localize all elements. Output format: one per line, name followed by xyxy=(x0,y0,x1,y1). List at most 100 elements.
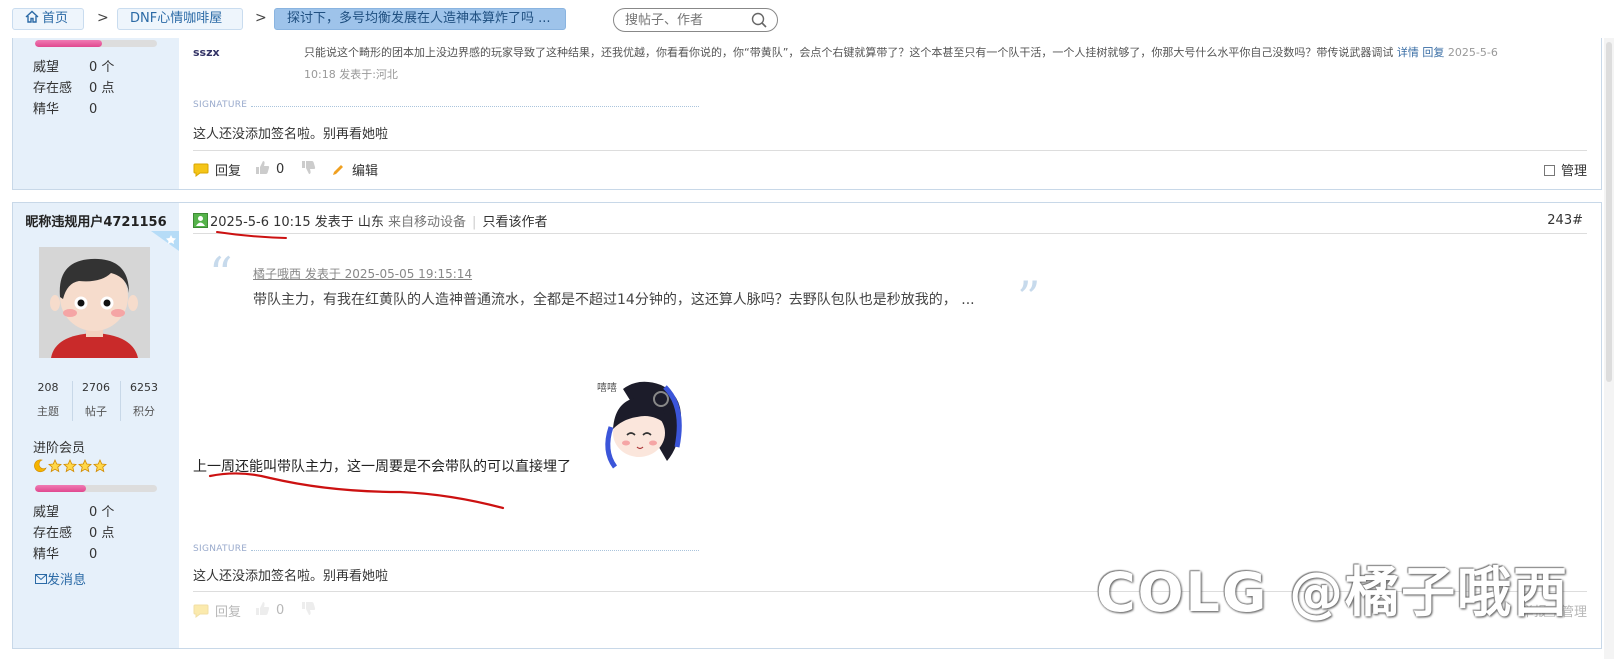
like-count: 0 xyxy=(276,162,285,177)
essence-value: 0 xyxy=(89,102,98,117)
search-input[interactable] xyxy=(625,10,745,30)
presence-value: 0 点 xyxy=(89,81,115,96)
star-icon xyxy=(78,459,92,473)
prestige-value: 0 个 xyxy=(89,60,115,75)
breadcrumb-thread[interactable]: 探讨下，多号均衡发展在人造神本算炸了吗 ... xyxy=(274,8,566,30)
credit-progress-bar xyxy=(35,40,157,47)
sticker-image: 嘻嘻 xyxy=(593,377,685,469)
post-content: 上一周还能叫带队主力，这一周要是不会带队的可以直接埋了 xyxy=(193,459,571,475)
reply-button[interactable]: 回复 xyxy=(193,160,241,179)
like-button[interactable]: 0 xyxy=(255,160,284,177)
presence-label: 存在感 xyxy=(33,81,73,96)
count-credits-value: 6253 xyxy=(130,381,158,394)
prestige-value: 0 个 xyxy=(89,505,115,520)
quote-author[interactable]: 橘子哦西 发表于 2025-05-05 19:15:14 xyxy=(253,265,472,282)
comment-reply-link[interactable]: 回复 xyxy=(1422,46,1444,59)
count-credits-label: 积分 xyxy=(133,405,155,418)
reply-label: 回复 xyxy=(215,605,242,620)
edit-button[interactable]: 编辑 xyxy=(331,160,378,179)
reply-label: 回复 xyxy=(215,164,242,179)
avatar[interactable] xyxy=(39,247,150,358)
scrollbar-thumb[interactable] xyxy=(1606,42,1612,382)
count-credits[interactable]: 6253 积分 xyxy=(121,381,167,419)
signature-divider: SIGNATURE xyxy=(193,100,699,112)
essence-stat: 精华 0 xyxy=(33,543,97,562)
presence-label: 存在感 xyxy=(33,526,73,541)
author-counts: 208 主题 2706 帖子 6253 积分 xyxy=(25,381,165,421)
star-icon xyxy=(93,459,107,473)
edit-label: 编辑 xyxy=(352,164,379,179)
search-icon[interactable] xyxy=(751,12,767,28)
breadcrumb: 首页 > DNF心情咖啡屋 > 探讨下，多号均衡发展在人造神本算炸了吗 ... xyxy=(0,0,1614,38)
watermark: COLG @橘子哦西 xyxy=(1096,561,1570,624)
count-topics-label: 主题 xyxy=(37,405,59,418)
comment-username[interactable]: sszx xyxy=(193,46,220,59)
presence-stat: 存在感 0 点 xyxy=(33,522,114,541)
essence-label: 精华 xyxy=(33,102,60,117)
dislike-button[interactable] xyxy=(301,160,316,176)
comment-detail-link[interactable]: 详情 xyxy=(1397,46,1419,59)
speech-bubble-icon xyxy=(193,604,209,618)
essence-label: 精华 xyxy=(33,547,60,562)
thumbs-down-icon xyxy=(302,602,316,615)
count-topics-value: 208 xyxy=(37,381,59,394)
like-count: 0 xyxy=(276,603,285,618)
post-actions: 回复 0 编辑 管理 xyxy=(193,160,1587,180)
quote-open-icon: “ xyxy=(209,247,233,301)
count-posts-label: 帖子 xyxy=(85,405,107,418)
comment-text: 只能说这个畸形的团本加上没边界感的玩家导致了这种结果，还我优越，你看看你说的，你… xyxy=(304,42,1524,86)
star-icon xyxy=(48,459,62,473)
author-username[interactable]: 昵称违规用户4721156 xyxy=(13,211,179,230)
count-posts[interactable]: 2706 帖子 xyxy=(73,381,119,419)
author-only-link[interactable]: 只看该作者 xyxy=(482,215,547,230)
manage-checkbox[interactable]: 管理 xyxy=(1543,160,1587,179)
send-message-link[interactable]: 发消息 xyxy=(35,569,86,588)
signature-label: SIGNATURE xyxy=(193,100,248,110)
post-previous: 威望 0 个 存在感 0 点 精华 0 sszx 只能说这个畸形的团本加上没边界感的玩… xyxy=(12,38,1602,190)
breadcrumb-home[interactable]: 首页 xyxy=(12,8,84,30)
presence-value: 0 点 xyxy=(89,526,115,541)
manage-check-box[interactable] xyxy=(1543,165,1555,176)
envelope-icon xyxy=(35,574,47,584)
dislike-button[interactable] xyxy=(301,601,316,617)
signature-label: SIGNATURE xyxy=(193,544,248,554)
count-topics[interactable]: 208 主题 xyxy=(25,381,71,419)
home-icon xyxy=(25,10,39,23)
prestige-stat: 威望 0 个 xyxy=(33,501,114,520)
essence-stat: 精华 0 xyxy=(33,98,97,117)
prestige-label: 威望 xyxy=(33,505,60,520)
credit-progress-fill xyxy=(35,40,103,47)
manage-label: 管理 xyxy=(1560,164,1587,179)
quote-close-icon: ” xyxy=(1017,271,1041,325)
breadcrumb-forum[interactable]: DNF心情咖啡屋 xyxy=(117,8,243,30)
breadcrumb-separator: > xyxy=(97,10,109,26)
breadcrumb-home-label: 首页 xyxy=(42,11,69,26)
post-location: 发表于 山东 xyxy=(314,215,384,230)
signature-text: 这人还没添加签名啦。别再看她啦 xyxy=(193,569,389,584)
search-box xyxy=(613,8,778,32)
count-posts-value: 2706 xyxy=(82,381,110,394)
user-online-icon xyxy=(193,213,208,228)
credit-progress-fill xyxy=(35,485,87,492)
post-meta: 2025-5-6 10:15 发表于 山东 来自移动设备 | 只看该作者 xyxy=(193,211,547,230)
reply-button[interactable]: 回复 xyxy=(193,601,241,620)
thumbs-up-icon xyxy=(256,602,270,615)
signature-divider: SIGNATURE xyxy=(193,544,699,556)
send-message-label: 发消息 xyxy=(47,573,87,588)
thumbs-up-icon xyxy=(256,161,270,174)
essence-value: 0 xyxy=(89,547,98,562)
post-number[interactable]: 243# xyxy=(1547,213,1583,228)
online-badge-icon xyxy=(151,231,179,251)
author-sidebar: 威望 0 个 存在感 0 点 精华 0 xyxy=(13,38,179,189)
sticker-caption: 嘻嘻 xyxy=(597,381,617,394)
star-icon xyxy=(63,459,77,473)
breadcrumb-separator: > xyxy=(255,10,267,26)
post-body: sszx 只能说这个畸形的团本加上没边界感的玩家导致了这种结果，还我优越，你看看… xyxy=(179,38,1601,189)
comment-body: 只能说这个畸形的团本加上没边界感的玩家导致了这种结果，还我优越，你看看你说的，你… xyxy=(304,46,1394,59)
member-level[interactable]: 进阶会员 xyxy=(33,437,85,456)
pencil-icon xyxy=(333,165,343,175)
speech-bubble-icon xyxy=(193,163,209,177)
scrollbar[interactable] xyxy=(1604,38,1614,659)
like-button[interactable]: 0 xyxy=(255,601,284,618)
prestige-label: 威望 xyxy=(33,60,60,75)
